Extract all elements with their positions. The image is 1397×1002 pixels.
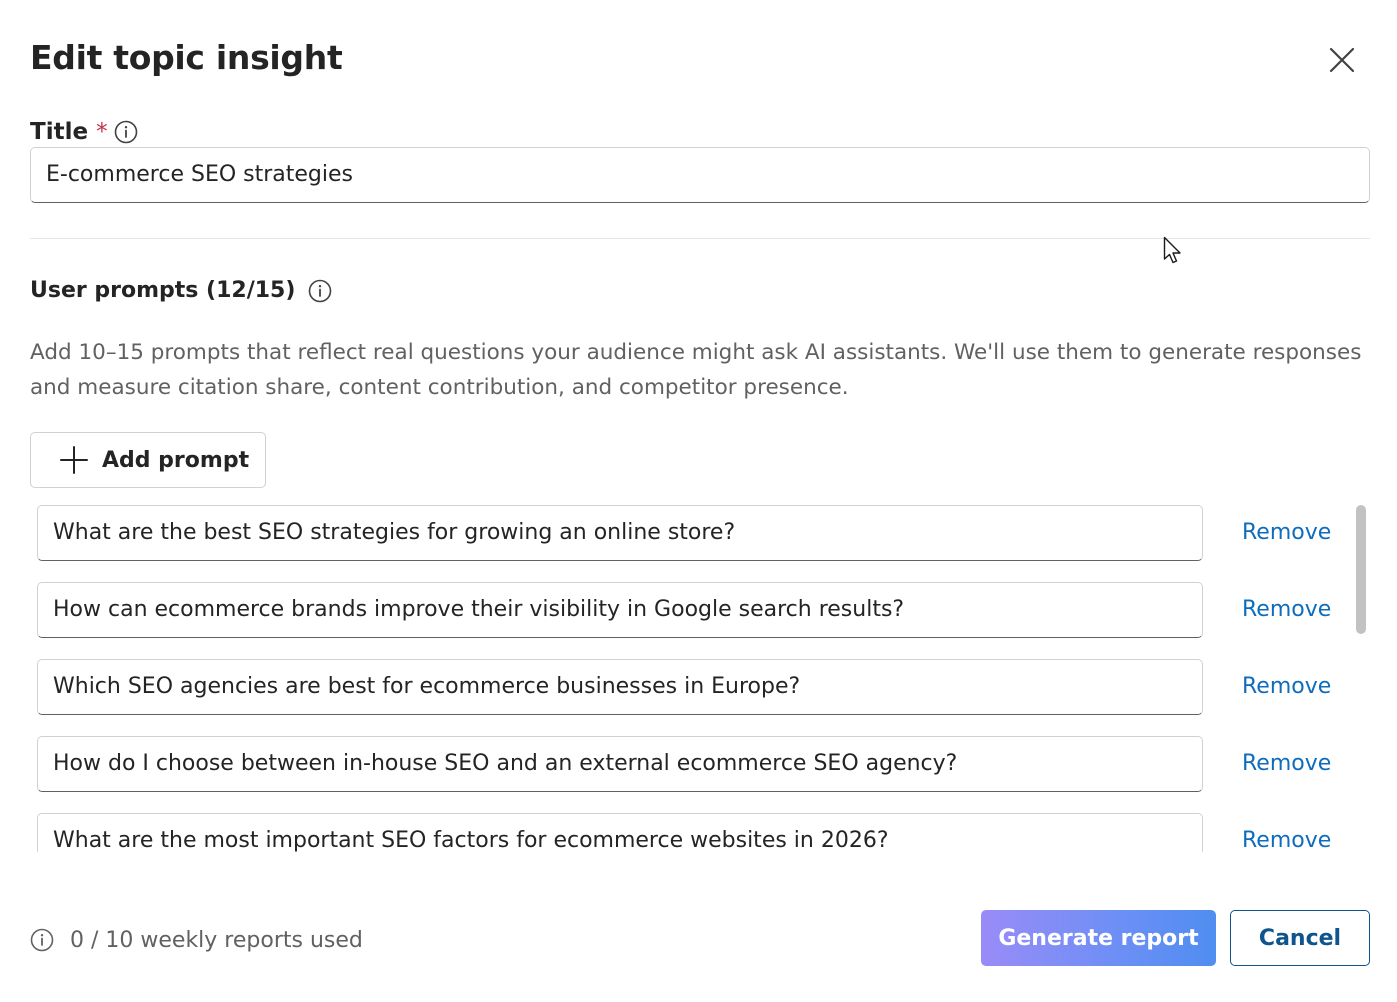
user-prompts-info-icon[interactable] [308, 279, 332, 303]
edit-topic-insight-dialog: Edit topic insight Title * E-commerce SE… [0, 0, 1397, 1002]
remove-prompt-link[interactable]: Remove [1242, 505, 1331, 561]
dialog-title: Edit topic insight [30, 38, 343, 77]
close-button[interactable] [1322, 40, 1362, 80]
prompt-row: How can ecommerce brands improve their v… [30, 582, 1350, 638]
prompt-row: What are the most important SEO factors … [30, 813, 1350, 852]
weekly-usage: 0 / 10 weekly reports used [30, 922, 363, 958]
prompt-input[interactable]: What are the most important SEO factors … [37, 813, 1203, 852]
remove-prompt-link[interactable]: Remove [1242, 736, 1331, 792]
usage-text: 0 / 10 weekly reports used [70, 927, 363, 953]
user-prompts-heading-text: User prompts (12/15) [30, 278, 296, 303]
remove-prompt-link[interactable]: Remove [1242, 582, 1331, 638]
usage-info-icon [30, 928, 54, 952]
prompt-input[interactable]: How do I choose between in-house SEO and… [37, 736, 1203, 792]
user-prompts-description: Add 10–15 prompts that reflect real ques… [30, 340, 1362, 400]
add-prompt-label: Add prompt [102, 447, 250, 473]
scrollbar-thumb[interactable] [1356, 505, 1366, 634]
prompt-input[interactable]: How can ecommerce brands improve their v… [37, 582, 1203, 638]
prompt-input[interactable]: What are the best SEO strategies for gro… [37, 505, 1203, 561]
remove-prompt-link[interactable]: Remove [1242, 813, 1331, 852]
close-icon [1329, 47, 1355, 73]
prompt-row: What are the best SEO strategies for gro… [30, 505, 1350, 561]
generate-report-button[interactable]: Generate report [981, 910, 1216, 966]
mouse-cursor-icon [1163, 236, 1181, 264]
required-marker: * [96, 119, 108, 145]
remove-prompt-link[interactable]: Remove [1242, 659, 1331, 715]
title-info-icon[interactable] [114, 120, 138, 144]
title-label: Title * [30, 114, 138, 150]
prompt-row: How do I choose between in-house SEO and… [30, 736, 1350, 792]
plus-icon [58, 444, 90, 476]
prompt-list: What are the best SEO strategies for gro… [30, 500, 1370, 852]
prompt-input[interactable]: Which SEO agencies are best for ecommerc… [37, 659, 1203, 715]
cancel-button[interactable]: Cancel [1230, 910, 1370, 966]
user-prompts-heading: User prompts (12/15) [30, 274, 332, 308]
title-input[interactable]: E-commerce SEO strategies [30, 147, 1370, 203]
prompt-row: Which SEO agencies are best for ecommerc… [30, 659, 1350, 715]
title-label-text: Title [30, 119, 89, 145]
add-prompt-button[interactable]: Add prompt [30, 432, 266, 488]
